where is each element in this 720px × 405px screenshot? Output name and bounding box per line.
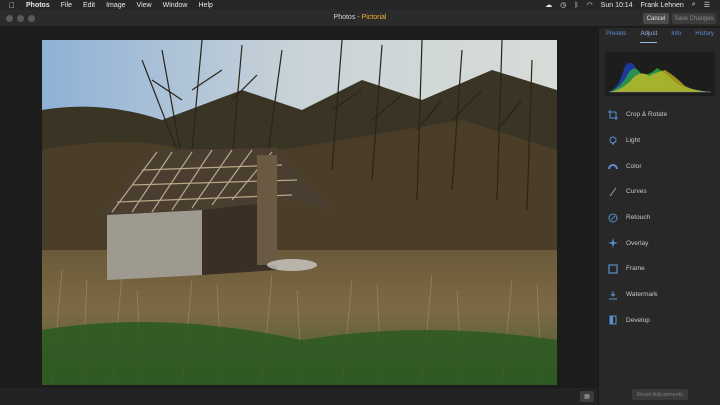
tool-label: Color (626, 162, 642, 170)
menu-edit[interactable]: Edit (83, 2, 95, 9)
window-title-extension: Pictorial (361, 14, 387, 21)
adjustment-tools-list: Crop & Rotate Light Color Curves Retouch… (607, 102, 717, 333)
compare-view-icon[interactable]: ▦ (580, 391, 594, 402)
menu-view[interactable]: View (137, 2, 152, 9)
bluetooth-icon[interactable]: ᛒ (574, 2, 578, 9)
tool-label: Frame (626, 265, 645, 273)
menu-help[interactable]: Help (199, 2, 213, 9)
frame-icon (607, 263, 619, 275)
tool-label: Curves (626, 188, 647, 196)
tool-overlay[interactable]: Overlay (607, 230, 717, 256)
tool-label: Light (626, 137, 641, 145)
tool-light[interactable]: Light (607, 128, 717, 154)
apple-menu-icon[interactable]:  (9, 1, 15, 10)
tool-label: Crop & Rotate (626, 111, 668, 119)
light-bulb-icon (607, 135, 619, 147)
menu-window[interactable]: Window (163, 2, 188, 9)
menu-clock[interactable]: Sun 10:14 (601, 2, 633, 9)
tool-label: Watermark (626, 291, 658, 299)
save-changes-button[interactable]: Save Changes (672, 13, 716, 24)
develop-icon (607, 314, 619, 326)
crop-rotate-icon (607, 109, 619, 121)
wifi-icon[interactable]: ◠ (587, 1, 593, 9)
tool-label: Develop (626, 316, 650, 324)
tool-develop[interactable]: Develop (607, 308, 717, 334)
spotlight-icon[interactable]: ⌕ (692, 1, 696, 9)
window-title: Photos - Pictorial (0, 14, 720, 21)
photo-image[interactable] (42, 40, 557, 385)
tool-color[interactable]: Color (607, 153, 717, 179)
histogram (605, 52, 715, 96)
retouch-brush-icon (607, 212, 619, 224)
menu-photos[interactable]: Photos (26, 2, 50, 9)
bottom-toolbar (0, 388, 598, 405)
menu-bar:  Photos File Edit Image View Window Hel… (0, 0, 720, 10)
reset-adjustments-button[interactable]: Reset Adjustments (632, 389, 688, 400)
watermark-icon (607, 289, 619, 301)
time-machine-icon[interactable]: ◷ (560, 1, 566, 9)
tab-adjust[interactable]: Adjust (640, 31, 658, 43)
tool-retouch[interactable]: Retouch (607, 205, 717, 231)
color-arc-icon (607, 160, 619, 172)
menu-file[interactable]: File (61, 2, 72, 9)
window-title-app: Photos (333, 14, 356, 21)
tab-info[interactable]: Info (671, 31, 681, 43)
curves-icon (607, 186, 619, 198)
tool-crop-rotate[interactable]: Crop & Rotate (607, 102, 717, 128)
tool-frame[interactable]: Frame (607, 256, 717, 282)
tool-watermark[interactable]: Watermark (607, 282, 717, 308)
tool-label: Overlay (626, 239, 649, 247)
tool-curves[interactable]: Curves (607, 179, 717, 205)
menu-image[interactable]: Image (106, 2, 125, 9)
cancel-button[interactable]: Cancel (643, 13, 669, 24)
notification-center-icon[interactable]: ☰ (704, 1, 710, 9)
overlay-icon (607, 237, 619, 249)
adjustments-panel: Presets Adjust Info History Crop & Rotat… (598, 28, 720, 405)
photo-illustration (42, 40, 557, 385)
menu-user[interactable]: Frank Lehnen (641, 2, 684, 9)
tab-history[interactable]: History (695, 31, 714, 43)
window-title-bar: Photos - Pictorial Cancel Save Changes (0, 10, 720, 27)
tool-label: Retouch (626, 214, 651, 222)
cloud-icon[interactable]: ☁ (545, 1, 552, 9)
panel-tabs: Presets Adjust Info History (599, 31, 720, 43)
tab-presets[interactable]: Presets (606, 31, 626, 43)
